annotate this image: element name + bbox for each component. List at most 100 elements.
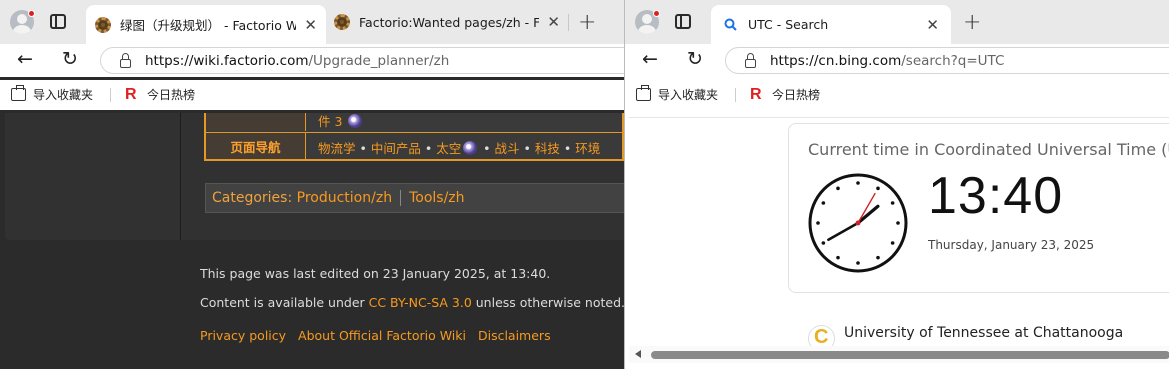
tab-divider: [568, 14, 569, 31]
tab-title: UTC - Search: [748, 17, 829, 32]
url-path: /search?q=UTC: [901, 52, 1005, 69]
scroll-left-icon[interactable]: [635, 350, 641, 358]
tab-actions-icon[interactable]: [50, 14, 66, 29]
back-button[interactable]: ←: [17, 48, 33, 70]
tab-actions-icon[interactable]: [675, 14, 691, 29]
bookmark-import[interactable]: 导入收藏夹: [636, 85, 719, 103]
r-logo-icon: R: [125, 85, 137, 103]
clock-tick: [821, 241, 826, 245]
notification-dot: [653, 10, 660, 17]
bookmark-label: 今日热榜: [147, 88, 196, 102]
tab-utc-search[interactable]: UTC - Search ✕: [711, 5, 951, 44]
space-age-icon: [463, 141, 478, 155]
new-tab-button[interactable]: +: [963, 10, 981, 35]
new-tab-button[interactable]: +: [578, 10, 596, 35]
nav-link[interactable]: 物流学: [318, 141, 356, 156]
wiki-navbox: 件 3 页面导航 物流学 • 中间产品 • 太空 • 战斗 • 科技 • 环境: [204, 113, 624, 161]
bookmark-label: 今日热榜: [772, 88, 821, 102]
categories-label[interactable]: Categories: [212, 190, 287, 206]
close-tab-icon[interactable]: ✕: [926, 16, 939, 34]
clock-center: [855, 220, 861, 226]
last-edited-text: This page was last edited on 23 January …: [200, 266, 551, 281]
bookmarks-bar: 导入收藏夹 R 今日热榜: [625, 80, 1169, 110]
bing-results-page: Current time in Coordinated Universal Ti…: [625, 113, 1169, 369]
nav-link[interactable]: 战斗: [495, 141, 520, 156]
categories-colon: :: [287, 190, 293, 206]
factorio-gear-icon: [334, 14, 350, 30]
bookmark-import[interactable]: 导入收藏夹: [11, 85, 94, 103]
close-tab-icon[interactable]: ✕: [547, 13, 560, 31]
space-age-icon: [348, 114, 363, 128]
tab-title: 绿图（升级规划） - Factorio Wiki: [120, 18, 297, 33]
category-link[interactable]: Tools/zh: [409, 190, 464, 206]
disclaimers-link[interactable]: Disclaimers: [478, 328, 551, 343]
license-prefix: Content is available under: [200, 295, 369, 310]
current-date: Thursday, January 23, 2025: [928, 238, 1095, 252]
close-tab-icon[interactable]: ✕: [304, 16, 317, 34]
category-box: Categories: Production/zh Tools/zh: [205, 183, 624, 213]
category-link[interactable]: Production/zh: [297, 190, 392, 206]
horizontal-scrollbar[interactable]: [629, 346, 1169, 363]
tab-wanted-pages[interactable]: Factorio:Wanted pages/zh - Facto ✕: [331, 6, 563, 38]
scrollbar-thumb[interactable]: [651, 351, 1169, 359]
tab-strip: 绿图（升级规划） - Factorio Wiki ✕ Factorio:Want…: [0, 0, 624, 44]
content-edge: [180, 113, 181, 240]
tab-upgrade-planner[interactable]: 绿图（升级规划） - Factorio Wiki ✕: [86, 5, 326, 44]
analog-clock-icon: [808, 173, 908, 273]
url-path: /Upgrade_planner/zh: [308, 52, 450, 69]
import-folder-icon: [636, 85, 651, 101]
navbox-row-label: 页面导航: [206, 133, 306, 159]
bookmarks-bar: 导入收藏夹 R 今日热榜: [0, 80, 624, 110]
clock-tick: [821, 201, 826, 205]
navbox-text: 件 3: [318, 114, 343, 129]
clock-tick: [896, 221, 900, 225]
footer-links: Privacy policy About Official Factorio Wi…: [200, 328, 563, 343]
url-domain: https://wiki.factorio.com: [145, 52, 309, 69]
reload-button[interactable]: ↻: [62, 48, 78, 70]
about-link[interactable]: About Official Factorio Wiki: [298, 328, 466, 343]
bookmark-hot[interactable]: R 今日热榜: [750, 86, 820, 103]
privacy-policy-link[interactable]: Privacy policy: [200, 328, 286, 343]
address-row: ← ↻ https://cn.bing.com/search?q=UTC: [625, 44, 1169, 77]
clock-tick: [836, 255, 840, 260]
nav-link[interactable]: 太空: [436, 141, 461, 156]
bookmark-label: 导入收藏夹: [658, 88, 719, 102]
navbox-row: 页面导航 物流学 • 中间产品 • 太空 • 战斗 • 科技 • 环境: [206, 132, 622, 159]
result-title[interactable]: University of Tennessee at Chattanooga: [844, 325, 1123, 341]
import-folder-icon: [11, 85, 26, 101]
license-text: Content is available under CC BY-NC-SA 3…: [200, 295, 624, 310]
factorio-gear-icon: [95, 16, 111, 33]
search-result[interactable]: University of Tennessee at Chattanooga: [808, 319, 1123, 352]
r-logo-icon: R: [750, 85, 762, 103]
bookmark-divider: [735, 88, 736, 102]
reload-button[interactable]: ↻: [687, 48, 703, 70]
nav-link[interactable]: 环境: [575, 141, 600, 156]
address-bar[interactable]: https://wiki.factorio.com/Upgrade_planne…: [100, 47, 624, 74]
address-bar[interactable]: https://cn.bing.com/search?q=UTC: [725, 47, 1169, 74]
nav-link[interactable]: 中间产品: [371, 141, 421, 156]
lock-icon: [120, 53, 131, 68]
search-icon: [724, 18, 737, 31]
clock-tick: [856, 181, 860, 185]
clock-tick: [876, 186, 880, 191]
nav-link[interactable]: 科技: [535, 141, 560, 156]
address-row: ← ↻ https://wiki.factorio.com/Upgrade_pl…: [0, 44, 624, 77]
tab-strip: UTC - Search ✕ +: [625, 0, 1169, 44]
results-header-line: [629, 113, 1169, 118]
navbox-row-value[interactable]: 件 3: [318, 111, 364, 130]
category-divider: [400, 190, 402, 206]
clock-tick: [856, 261, 860, 265]
navbox-nav-links: 物流学 • 中间产品 • 太空 • 战斗 • 科技 • 环境: [318, 141, 601, 156]
card-title: Current time in Coordinated Universal Ti…: [808, 140, 1169, 159]
bookmark-hot[interactable]: R 今日热榜: [125, 86, 195, 103]
license-link[interactable]: CC BY-NC-SA 3.0: [369, 295, 472, 310]
clock-tick: [816, 221, 820, 225]
clock-tick: [876, 255, 880, 260]
right-browser-window: UTC - Search ✕ + ← ↻ https://cn.bing.com…: [624, 0, 1169, 369]
tab-title: Factorio:Wanted pages/zh - Facto: [359, 14, 540, 30]
bookmark-label: 导入收藏夹: [33, 88, 94, 102]
current-time: 13:40: [928, 167, 1064, 225]
clock-tick: [836, 186, 840, 191]
bookmark-divider: [110, 88, 111, 102]
back-button[interactable]: ←: [642, 48, 658, 70]
